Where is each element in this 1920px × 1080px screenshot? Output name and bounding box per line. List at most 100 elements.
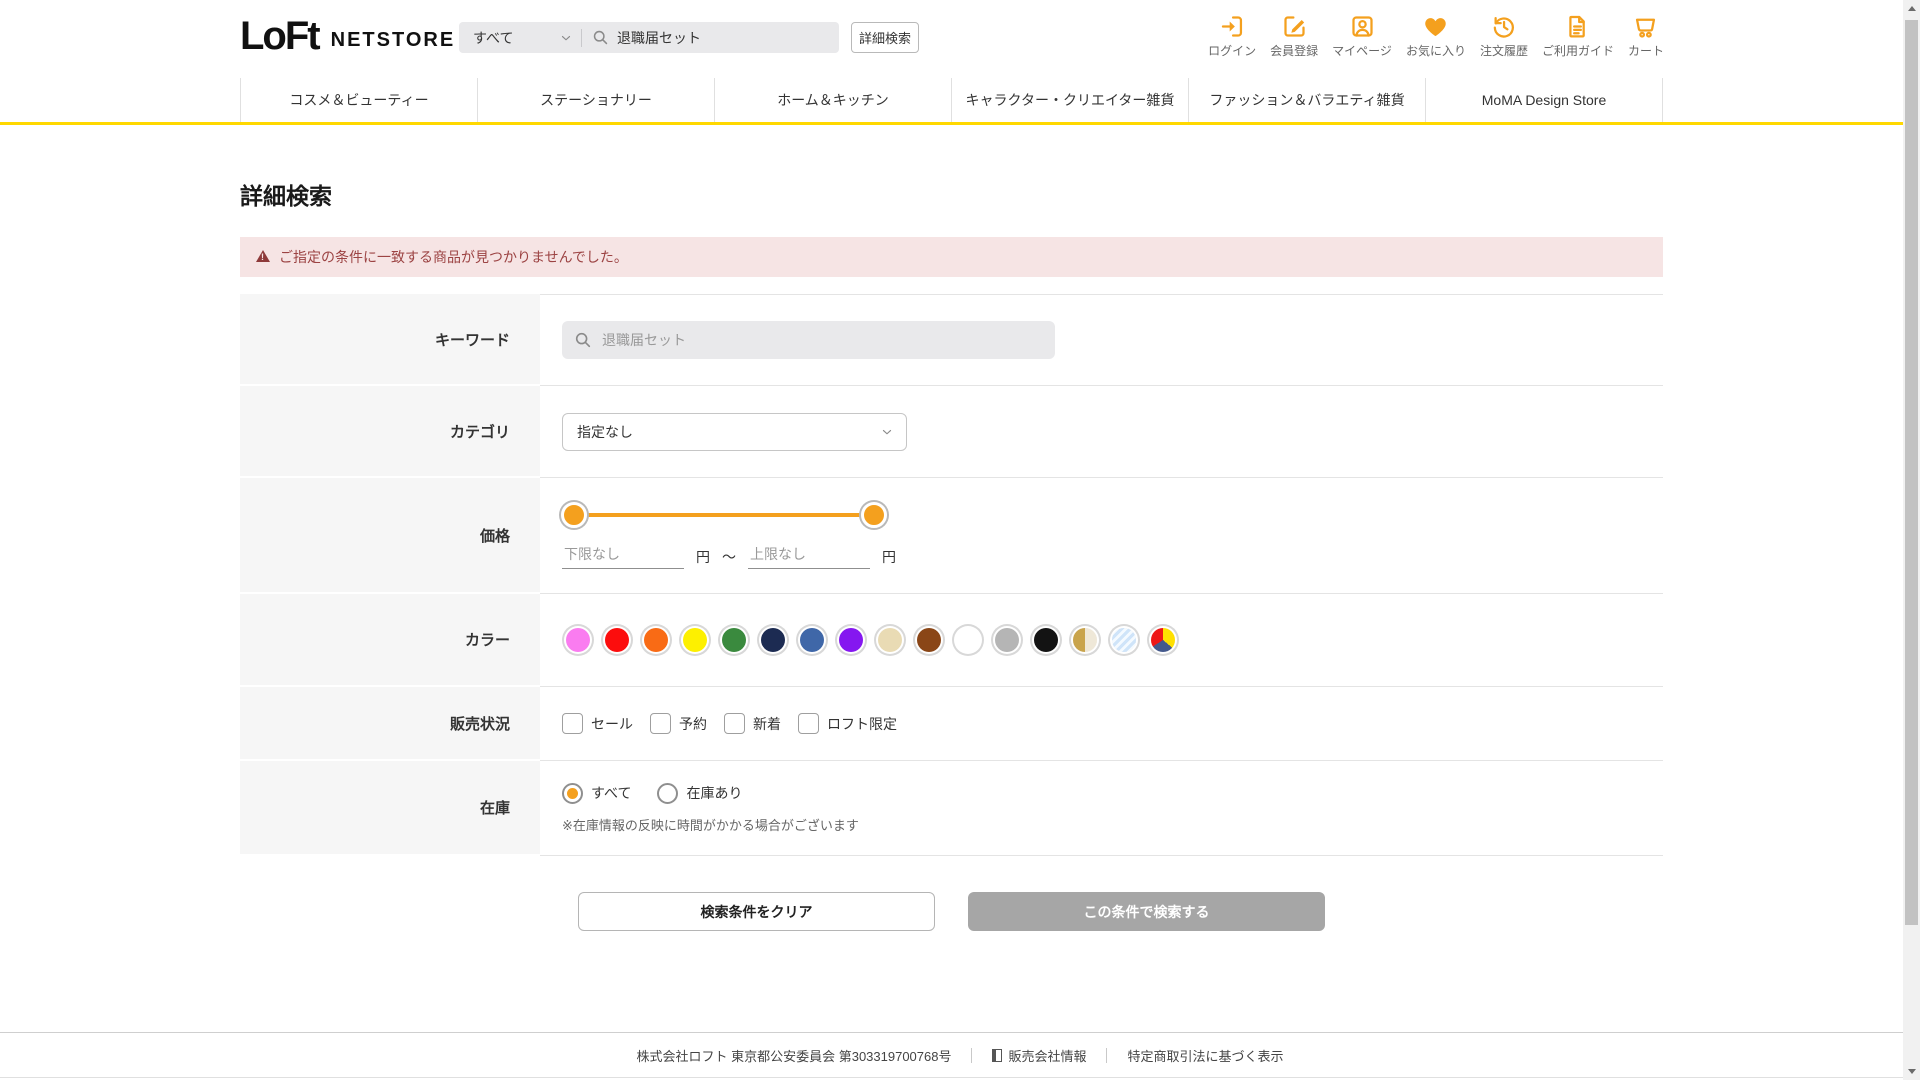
category-row: カテゴリ 指定なし	[240, 386, 1663, 478]
price-label: 価格	[240, 478, 540, 594]
footer-row: 株式会社ロフト 東京都公安委員会 第303319700768号 販売会社情報 特…	[0, 1033, 1920, 1078]
warning-icon	[256, 250, 270, 262]
stock-radio-すべて[interactable]: すべて	[562, 782, 632, 804]
checkbox-box	[650, 713, 671, 734]
favorites-link[interactable]: お気に入り	[1406, 13, 1466, 59]
price-slider-handle-min[interactable]	[561, 502, 587, 528]
header-search-input[interactable]	[615, 28, 839, 47]
advanced-search-button[interactable]: 詳細検索	[851, 22, 920, 53]
keyword-input[interactable]	[600, 331, 1043, 349]
order-history-link[interactable]: 注文履歴	[1480, 13, 1528, 59]
stock-row: 在庫 すべて 在庫あり ※在庫情報の反映に時間がかかる場合がございます	[240, 761, 1663, 856]
scrollbar[interactable]	[1903, 0, 1920, 1080]
cart-icon	[1636, 18, 1656, 38]
scrollbar-thumb[interactable]	[1905, 20, 1918, 925]
advanced-search-form: キーワード カテゴリ 指定なし	[240, 294, 1663, 856]
color-row: カラー	[240, 594, 1663, 687]
stock-radios: すべて 在庫あり	[562, 782, 743, 804]
price-slider-handle-max[interactable]	[861, 502, 887, 528]
nav-item[interactable]: コスメ＆ビューティー	[240, 78, 477, 122]
clear-conditions-button[interactable]: 検索条件をクリア	[578, 892, 935, 931]
store-icon	[992, 1049, 1003, 1062]
guide-link[interactable]: ご利用ガイド	[1542, 13, 1614, 59]
logo[interactable]: LoFt NETSTORE	[240, 16, 455, 56]
cart-link[interactable]: カート	[1628, 13, 1664, 59]
nav-item[interactable]: ステーショナリー	[477, 78, 714, 122]
search-category-value: すべて	[473, 29, 514, 46]
keyword-label: キーワード	[240, 294, 540, 386]
header: LoFt NETSTORE すべて 詳細検索 ログイン	[0, 0, 1920, 78]
color-label: カラー	[240, 594, 540, 687]
mypage-link[interactable]: マイページ	[1332, 13, 1392, 59]
color-content	[540, 594, 1663, 687]
color-swatch-gray[interactable]	[995, 628, 1019, 652]
search-submit-button[interactable]: この条件で検索する	[968, 892, 1325, 931]
stock-label: 在庫	[240, 761, 540, 856]
stock-radio-在庫あり[interactable]: 在庫あり	[657, 782, 743, 804]
radio-circle	[562, 782, 583, 804]
header-search-bar: すべて	[459, 22, 839, 53]
checkbox-label: 新着	[753, 715, 781, 732]
footer-link-legal[interactable]: 特定商取引法に基づく表示	[1127, 1046, 1283, 1065]
nav-item[interactable]: ファッション＆バラエティ雑貨	[1188, 78, 1425, 122]
price-slider-track[interactable]	[574, 513, 874, 517]
nav-item[interactable]: ホーム＆キッチン	[714, 78, 951, 122]
status-label: 販売状況	[240, 687, 540, 761]
form-actions: 検索条件をクリア この条件で検索する	[240, 892, 1663, 931]
color-swatch-blue[interactable]	[800, 628, 824, 652]
status-checkbox-セール[interactable]: セール	[562, 713, 633, 734]
footer: 株式会社ロフト 東京都公安委員会 第303319700768号 販売会社情報 特…	[0, 1032, 1920, 1078]
radio-label: 在庫あり	[686, 785, 743, 801]
nav-item[interactable]: MoMA Design Store	[1425, 78, 1663, 122]
status-checkbox-ロフト限定[interactable]: ロフト限定	[798, 713, 897, 734]
price-unit-max: 円	[882, 548, 896, 565]
color-swatch-yellow[interactable]	[683, 628, 707, 652]
nav-item[interactable]: キャラクター・クリエイター雑貨	[951, 78, 1188, 122]
color-swatch-orange[interactable]	[644, 628, 668, 652]
category-select-value: 指定なし	[577, 423, 633, 440]
mypage-icon	[1351, 16, 1373, 37]
footer-divider	[971, 1048, 973, 1063]
search-icon	[592, 29, 609, 46]
quick-link-label: ログイン	[1208, 44, 1257, 58]
quick-link-label: ご利用ガイド	[1541, 44, 1614, 58]
footer-link-company-info[interactable]: 販売会社情報	[992, 1046, 1086, 1065]
color-swatch-navy[interactable]	[761, 628, 785, 652]
logo-loft-text: LoFt	[240, 14, 321, 58]
color-swatch-pink[interactable]	[566, 628, 590, 652]
page: LoFt NETSTORE すべて 詳細検索 ログイン	[0, 0, 1920, 1080]
price-inputs: 円 ～ 円	[562, 544, 896, 569]
status-checkbox-予約[interactable]: 予約	[650, 713, 707, 734]
color-swatch-green[interactable]	[722, 628, 746, 652]
color-swatch-multicolor[interactable]	[1151, 628, 1175, 652]
register-icon	[1284, 16, 1305, 37]
color-swatch-clear[interactable]	[1112, 628, 1136, 652]
scrollbar-up-arrow[interactable]	[1903, 0, 1920, 17]
color-swatch-red[interactable]	[605, 628, 629, 652]
color-swatch-purple[interactable]	[839, 628, 863, 652]
category-label: カテゴリ	[240, 386, 540, 478]
price-row: 価格 円 ～ 円	[240, 478, 1663, 594]
price-min-input[interactable]	[562, 544, 684, 569]
search-divider	[581, 28, 582, 47]
register-link[interactable]: 会員登録	[1270, 13, 1318, 59]
login-link[interactable]: ログイン	[1208, 13, 1256, 59]
color-swatch-gold[interactable]	[1073, 628, 1097, 652]
checkbox-box	[724, 713, 745, 734]
color-swatch-beige[interactable]	[878, 628, 902, 652]
quick-link-label: 会員登録	[1270, 44, 1319, 58]
price-max-input[interactable]	[748, 544, 870, 569]
search-icon	[574, 331, 592, 349]
main-content: 詳細検索 ご指定の条件に一致する商品が見つかりませんでした。 キーワード	[0, 177, 1920, 931]
search-category-select[interactable]: すべて	[459, 22, 581, 53]
price-range-slider	[561, 502, 887, 528]
radio-label: すべて	[591, 785, 632, 801]
color-swatch-brown[interactable]	[917, 628, 941, 652]
scrollbar-down-arrow[interactable]	[1903, 1063, 1920, 1080]
login-icon	[1221, 16, 1242, 37]
color-swatch-black[interactable]	[1034, 628, 1058, 652]
history-icon	[1494, 16, 1515, 38]
category-select[interactable]: 指定なし	[562, 412, 907, 451]
status-checkbox-新着[interactable]: 新着	[724, 713, 781, 734]
color-swatch-white[interactable]	[956, 628, 980, 652]
